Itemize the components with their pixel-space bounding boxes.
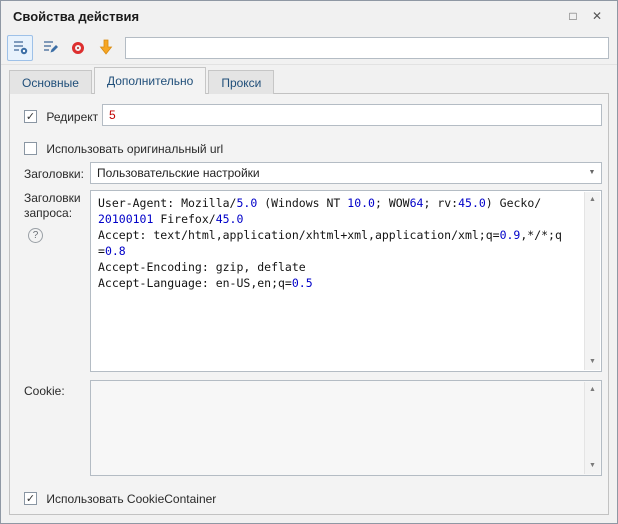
- headers-selected-option: Пользовательские настройки: [97, 163, 260, 183]
- advanced-tab-panel: ✓ Редирект Использовать оригинальный url…: [9, 93, 609, 515]
- headers-label: Заголовки:: [24, 167, 84, 181]
- edit-script-button[interactable]: [37, 35, 63, 61]
- edit-properties-icon: [11, 38, 29, 59]
- edit-script-icon: [41, 38, 59, 59]
- redirect-row: ✓ Редирект: [24, 109, 98, 124]
- toolbar: [1, 31, 617, 65]
- use-cookie-container-label: Использовать CookieContainer: [46, 492, 216, 506]
- window-title: Свойства действия: [13, 9, 139, 24]
- request-headers-textarea[interactable]: User-Agent: Mozilla/5.0 (Windows NT 10.0…: [90, 190, 602, 372]
- toolbar-input[interactable]: [125, 37, 609, 59]
- use-cookie-container-row: ✓ Использовать CookieContainer: [24, 491, 216, 506]
- tab-strip: Основные Дополнительно Прокси: [9, 67, 276, 94]
- help-icon[interactable]: ?: [28, 228, 43, 243]
- cookie-label: Cookie:: [24, 384, 65, 398]
- cookie-textarea[interactable]: ▲ ▼: [90, 380, 602, 476]
- cookie-scrollbar[interactable]: ▲ ▼: [584, 382, 600, 474]
- redirect-label: Редирект: [46, 110, 98, 124]
- record-icon: [72, 42, 84, 54]
- use-original-url-row: Использовать оригинальный url: [24, 141, 223, 156]
- scroll-down-icon[interactable]: ▼: [585, 354, 600, 370]
- redirect-count-input[interactable]: [102, 104, 602, 126]
- edit-properties-button[interactable]: [7, 35, 33, 61]
- redirect-checkbox[interactable]: ✓: [24, 110, 37, 123]
- request-headers-scrollbar[interactable]: ▲ ▼: [584, 192, 600, 370]
- title-bar: Свойства действия □ ✕: [1, 1, 617, 31]
- headers-combobox[interactable]: Пользовательские настройки ▼: [90, 162, 602, 184]
- chevron-down-icon: ▼: [583, 163, 601, 183]
- scroll-up-icon[interactable]: ▲: [585, 382, 600, 398]
- use-cookie-container-checkbox[interactable]: ✓: [24, 492, 37, 505]
- cookie-text: [92, 382, 583, 474]
- request-headers-text: User-Agent: Mozilla/5.0 (Windows NT 10.0…: [92, 192, 583, 370]
- download-arrow-button[interactable]: [93, 35, 119, 61]
- download-arrow-icon: [97, 38, 115, 59]
- tab-advanced[interactable]: Дополнительно: [94, 67, 206, 94]
- scroll-up-icon[interactable]: ▲: [585, 192, 600, 208]
- scroll-down-icon[interactable]: ▼: [585, 458, 600, 474]
- use-original-url-label: Использовать оригинальный url: [46, 142, 223, 156]
- use-original-url-checkbox[interactable]: [24, 142, 37, 155]
- request-headers-label: Заголовки запроса:: [24, 191, 86, 221]
- action-properties-window: Свойства действия □ ✕: [0, 0, 618, 524]
- close-button[interactable]: ✕: [587, 7, 607, 25]
- maximize-button[interactable]: □: [563, 7, 583, 25]
- record-button[interactable]: [65, 35, 91, 61]
- tab-proxy[interactable]: Прокси: [208, 70, 274, 94]
- tab-basic[interactable]: Основные: [9, 70, 92, 94]
